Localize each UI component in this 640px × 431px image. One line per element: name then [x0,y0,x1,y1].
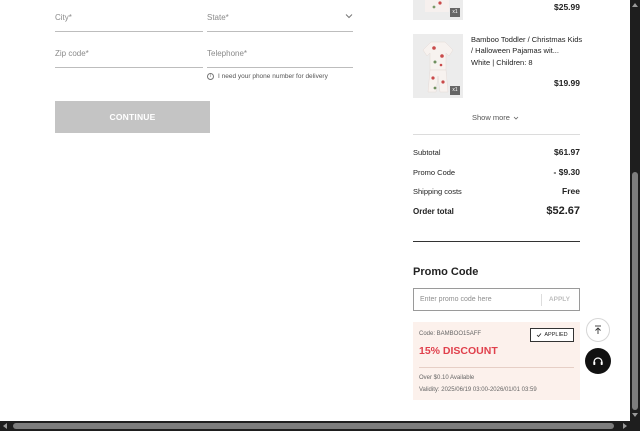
show-more-link[interactable]: Show more [472,113,519,122]
zip-field[interactable]: Zip code* [55,36,203,68]
vertical-scroll-thumb[interactable] [632,172,638,410]
product-image-2[interactable]: x1 [413,34,463,98]
promo-code-title: Promo Code [413,266,479,278]
promo-code-box: Enter promo code here APPLY [413,288,580,311]
coupon-validity: Validity: 2025/06/19 03:00-2026/01/01 03… [419,387,537,393]
headset-icon [593,357,603,365]
zip-placeholder: Zip code* [55,49,89,58]
divider [419,367,574,368]
state-select[interactable]: State* [207,0,353,32]
checkout-page: City* State* Zip code* Telephone* i I ne… [0,0,630,421]
info-icon: i [207,73,214,80]
shipping-label: Shipping costs [413,187,462,196]
scroll-down-arrow-icon[interactable] [632,413,638,417]
subtotal-label: Subtotal [413,148,441,157]
coupon-code: Code: BAMBOO15AFF [419,331,482,337]
divider [413,241,580,242]
product-image-1[interactable]: x1 [413,0,463,20]
scroll-up-arrow-icon[interactable] [632,3,638,7]
scroll-right-arrow-icon[interactable] [623,423,627,429]
applied-label: APPLIED [544,332,568,338]
applied-button[interactable]: APPLIED [530,328,574,342]
city-placeholder: City* [55,13,72,22]
item-price: $25.99 [554,2,580,12]
item-price: $19.99 [554,78,580,88]
apply-button[interactable]: APPLY [549,296,570,303]
promo-value: - $9.30 [553,167,580,177]
promo-row: Promo Code - $9.30 [413,167,580,177]
quantity-badge: x1 [450,8,460,17]
product-name[interactable]: Bamboo Toddler / Christmas Kids / Hallow… [471,34,583,56]
show-more-label: Show more [472,113,510,122]
continue-button[interactable]: CONTINUE [55,101,210,133]
subtotal-value: $61.97 [554,147,580,157]
check-icon [537,333,542,338]
back-to-top-button[interactable] [586,318,610,342]
arrow-up-icon [595,325,601,334]
coupon-card: Code: BAMBOO15AFF APPLIED 15% DISCOUNT O… [413,322,580,400]
product-variant: White | Children: 8 [471,58,533,67]
quantity-badge: x1 [450,86,460,95]
phone-hint: i I need your phone number for delivery [207,73,328,80]
coupon-availability: Over $0.10 Available [419,375,475,381]
shipping-row: Shipping costs Free [413,186,580,196]
vertical-scrollbar[interactable] [630,0,640,421]
state-placeholder: State* [207,13,229,22]
scroll-left-arrow-icon[interactable] [3,423,7,429]
separator [541,294,542,306]
city-field[interactable]: City* [55,0,203,32]
phone-hint-text: I need your phone number for delivery [218,73,328,80]
chevron-down-icon [345,14,353,19]
discount-label: 15% DISCOUNT [419,345,498,357]
subtotal-row: Subtotal $61.97 [413,147,580,157]
promo-code-input[interactable]: Enter promo code here [420,296,492,303]
telephone-placeholder: Telephone* [207,49,248,58]
horizontal-scrollbar[interactable] [0,421,640,431]
customer-service-button[interactable] [585,348,611,374]
order-total-row: Order total $52.67 [413,205,580,217]
promo-label: Promo Code [413,168,456,177]
horizontal-scroll-thumb[interactable] [13,423,614,429]
order-total-value: $52.67 [546,205,580,217]
divider [413,134,580,135]
order-total-label: Order total [413,207,454,216]
chevron-down-icon [513,116,519,120]
shipping-value: Free [562,186,580,196]
telephone-field[interactable]: Telephone* [207,36,353,68]
